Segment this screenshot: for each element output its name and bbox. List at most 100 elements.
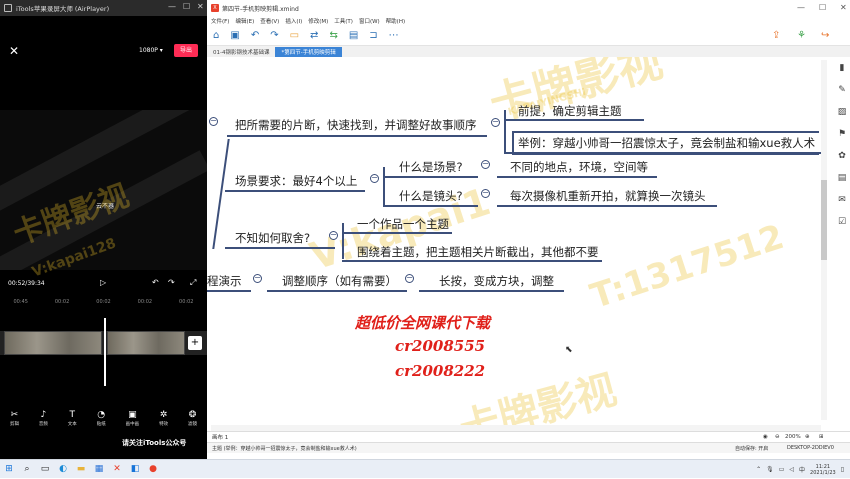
topic-icon[interactable]: ▭ bbox=[290, 30, 299, 41]
autosave-status[interactable]: 自动保存: 开启 bbox=[735, 445, 768, 452]
undo-icon[interactable]: ↶ bbox=[152, 278, 159, 287]
topic-node[interactable]: 什么是镜头? bbox=[399, 188, 463, 204]
topic-node[interactable]: 程演示 bbox=[207, 273, 242, 289]
network-icon[interactable]: ▭ bbox=[779, 466, 785, 473]
more-icon[interactable]: ⋯ bbox=[389, 30, 399, 41]
save-icon[interactable]: ▣ bbox=[230, 30, 239, 41]
home-icon[interactable]: ⌂ bbox=[213, 30, 219, 41]
edge-icon[interactable]: ◐ bbox=[54, 460, 72, 478]
collapse-toggle[interactable]: − bbox=[253, 274, 262, 283]
maximize-icon[interactable]: ☐ bbox=[819, 3, 826, 12]
microphone-icon[interactable]: 🎙 bbox=[766, 466, 774, 473]
topic-node[interactable]: 把所需要的片断，快速找到，并调整好故事顺序 bbox=[235, 117, 477, 133]
menu-window[interactable]: 窗口(W) bbox=[359, 17, 380, 25]
menu-modify[interactable]: 修改(M) bbox=[308, 17, 328, 25]
topic-node[interactable]: 调整顺序（如有需要） bbox=[282, 273, 397, 289]
topic-node[interactable]: 场景要求：最好4个以上 bbox=[235, 173, 357, 189]
collapse-toggle[interactable]: − bbox=[481, 160, 490, 169]
xmind-taskbar-icon[interactable]: ✕ bbox=[108, 460, 126, 478]
clip-art-icon[interactable]: ✿ bbox=[838, 151, 846, 161]
recorder-taskbar-icon[interactable]: ● bbox=[144, 460, 162, 478]
collapse-toggle[interactable]: − bbox=[370, 174, 379, 183]
topic-node[interactable]: 什么是场景? bbox=[399, 159, 463, 175]
close-icon[interactable]: ✕ bbox=[9, 44, 19, 58]
store-icon[interactable]: ▦ bbox=[90, 460, 108, 478]
redo-icon[interactable]: ↷ bbox=[168, 278, 175, 287]
zoom-in-icon[interactable]: ⊕ bbox=[805, 434, 810, 440]
collapse-toggle[interactable]: − bbox=[481, 189, 490, 198]
sign-in-icon[interactable]: ↪ bbox=[821, 30, 829, 41]
menu-view[interactable]: 查看(V) bbox=[260, 17, 279, 25]
minimize-icon[interactable]: — bbox=[168, 2, 176, 11]
export-icon[interactable]: ⇪ bbox=[772, 30, 780, 41]
menu-tools[interactable]: 工具(T) bbox=[334, 17, 353, 25]
flag-icon[interactable]: ⚑ bbox=[838, 129, 846, 139]
image-icon[interactable]: ▨ bbox=[838, 107, 847, 117]
close-window-icon[interactable]: ✕ bbox=[197, 2, 204, 11]
video-clip[interactable] bbox=[4, 331, 102, 355]
fullscreen-icon[interactable]: ⤢ bbox=[190, 278, 196, 288]
playhead[interactable] bbox=[104, 318, 106, 386]
add-clip-button[interactable]: + bbox=[188, 336, 202, 350]
menu-insert[interactable]: 插入(I) bbox=[285, 17, 302, 25]
tool-pip[interactable]: ▣ 画中画 bbox=[126, 410, 140, 434]
collapse-toggle[interactable]: − bbox=[405, 274, 414, 283]
video-clip[interactable] bbox=[107, 331, 185, 355]
format-icon[interactable]: ▮ bbox=[840, 63, 845, 73]
relationship-icon[interactable]: ⇆ bbox=[329, 30, 337, 41]
paint-icon[interactable]: ✎ bbox=[838, 85, 846, 95]
search-icon[interactable]: ⌕ bbox=[18, 460, 36, 478]
export-button[interactable]: 导出 bbox=[174, 44, 198, 57]
topic-node[interactable]: 前提，确定剪辑主题 bbox=[518, 103, 622, 119]
tool-audio[interactable]: ♪ 音频 bbox=[39, 410, 48, 434]
tool-effects[interactable]: ✲ 特效 bbox=[159, 410, 168, 434]
close-window-icon[interactable]: ✕ bbox=[840, 3, 847, 12]
collapse-toggle[interactable]: − bbox=[209, 117, 218, 126]
minimize-icon[interactable]: — bbox=[797, 3, 805, 12]
tool-filter[interactable]: ❂ 滤镜 bbox=[188, 410, 197, 434]
share-icon[interactable]: ⚘ bbox=[797, 30, 806, 41]
windows-start-icon[interactable]: ⊞ bbox=[0, 460, 18, 478]
collapse-toggle[interactable]: − bbox=[329, 231, 338, 240]
sheet-tab[interactable]: 画布 1 bbox=[212, 433, 228, 441]
topic-node[interactable]: 一个作品一个主题 bbox=[357, 216, 449, 232]
subtopic-icon[interactable]: ⇄ bbox=[310, 30, 318, 41]
tool-text[interactable]: T 文本 bbox=[68, 410, 77, 434]
resolution-select[interactable]: 1080P ▾ bbox=[139, 47, 163, 54]
tray-arrow-icon[interactable]: ⌃ bbox=[756, 466, 761, 473]
scrollbar-thumb[interactable] bbox=[821, 180, 827, 260]
file-explorer-icon[interactable]: ▬ bbox=[72, 460, 90, 478]
notes-icon[interactable]: ▤ bbox=[838, 173, 847, 183]
task-view-icon[interactable]: ▭ bbox=[36, 460, 54, 478]
mindmap-canvas[interactable]: 卡牌影视 KAPAIYINGSHI V:kapai1 T:1317512 卡牌影… bbox=[207, 57, 823, 427]
maximize-icon[interactable]: ☐ bbox=[183, 2, 190, 11]
topic-node[interactable]: 不知如何取舍? bbox=[235, 230, 310, 246]
fit-icon[interactable]: ⊞ bbox=[819, 434, 824, 440]
itools-taskbar-icon[interactable]: ◧ bbox=[126, 460, 144, 478]
topic-node[interactable]: 围绕着主题，把主题相关片断截出，其他都不要 bbox=[357, 244, 599, 260]
play-icon[interactable]: ▷ bbox=[100, 278, 106, 287]
zoom-out-icon[interactable]: ⊖ bbox=[775, 434, 780, 440]
eye-icon[interactable]: ◉ bbox=[763, 434, 768, 440]
tool-sticker[interactable]: ◔ 贴纸 bbox=[97, 410, 106, 434]
menu-help[interactable]: 帮助(H) bbox=[386, 17, 405, 25]
clock[interactable]: 11:21 2021/1/23 bbox=[810, 464, 836, 476]
notification-icon[interactable]: ▯ bbox=[841, 466, 844, 473]
tool-cut[interactable]: ✂ 剪辑 bbox=[10, 410, 19, 434]
input-language[interactable]: 中 bbox=[799, 465, 805, 474]
redo-icon[interactable]: ↷ bbox=[270, 30, 278, 41]
topic-node[interactable]: 每次摄像机重新开拍，就算换一次镜头 bbox=[510, 188, 706, 204]
undo-icon[interactable]: ↶ bbox=[251, 30, 259, 41]
topic-node[interactable]: 不同的地点，环境，空间等 bbox=[510, 159, 648, 175]
tab-document-1[interactable]: 01-4钢影钢技术基础课 bbox=[207, 47, 275, 57]
summary-icon[interactable]: ⊐ bbox=[369, 30, 377, 41]
volume-icon[interactable]: ◁ bbox=[789, 466, 794, 473]
menu-edit[interactable]: 编辑(E) bbox=[235, 17, 254, 25]
zoom-level[interactable]: 200% bbox=[785, 434, 801, 440]
boundary-icon[interactable]: ▤ bbox=[349, 30, 358, 41]
menu-file[interactable]: 文件(F) bbox=[211, 17, 229, 25]
topic-node[interactable]: 长按，变成方块，调整 bbox=[439, 273, 554, 289]
collapse-toggle[interactable]: − bbox=[491, 118, 500, 127]
comment-icon[interactable]: ✉ bbox=[838, 195, 846, 205]
task-icon[interactable]: ☑ bbox=[838, 217, 846, 227]
